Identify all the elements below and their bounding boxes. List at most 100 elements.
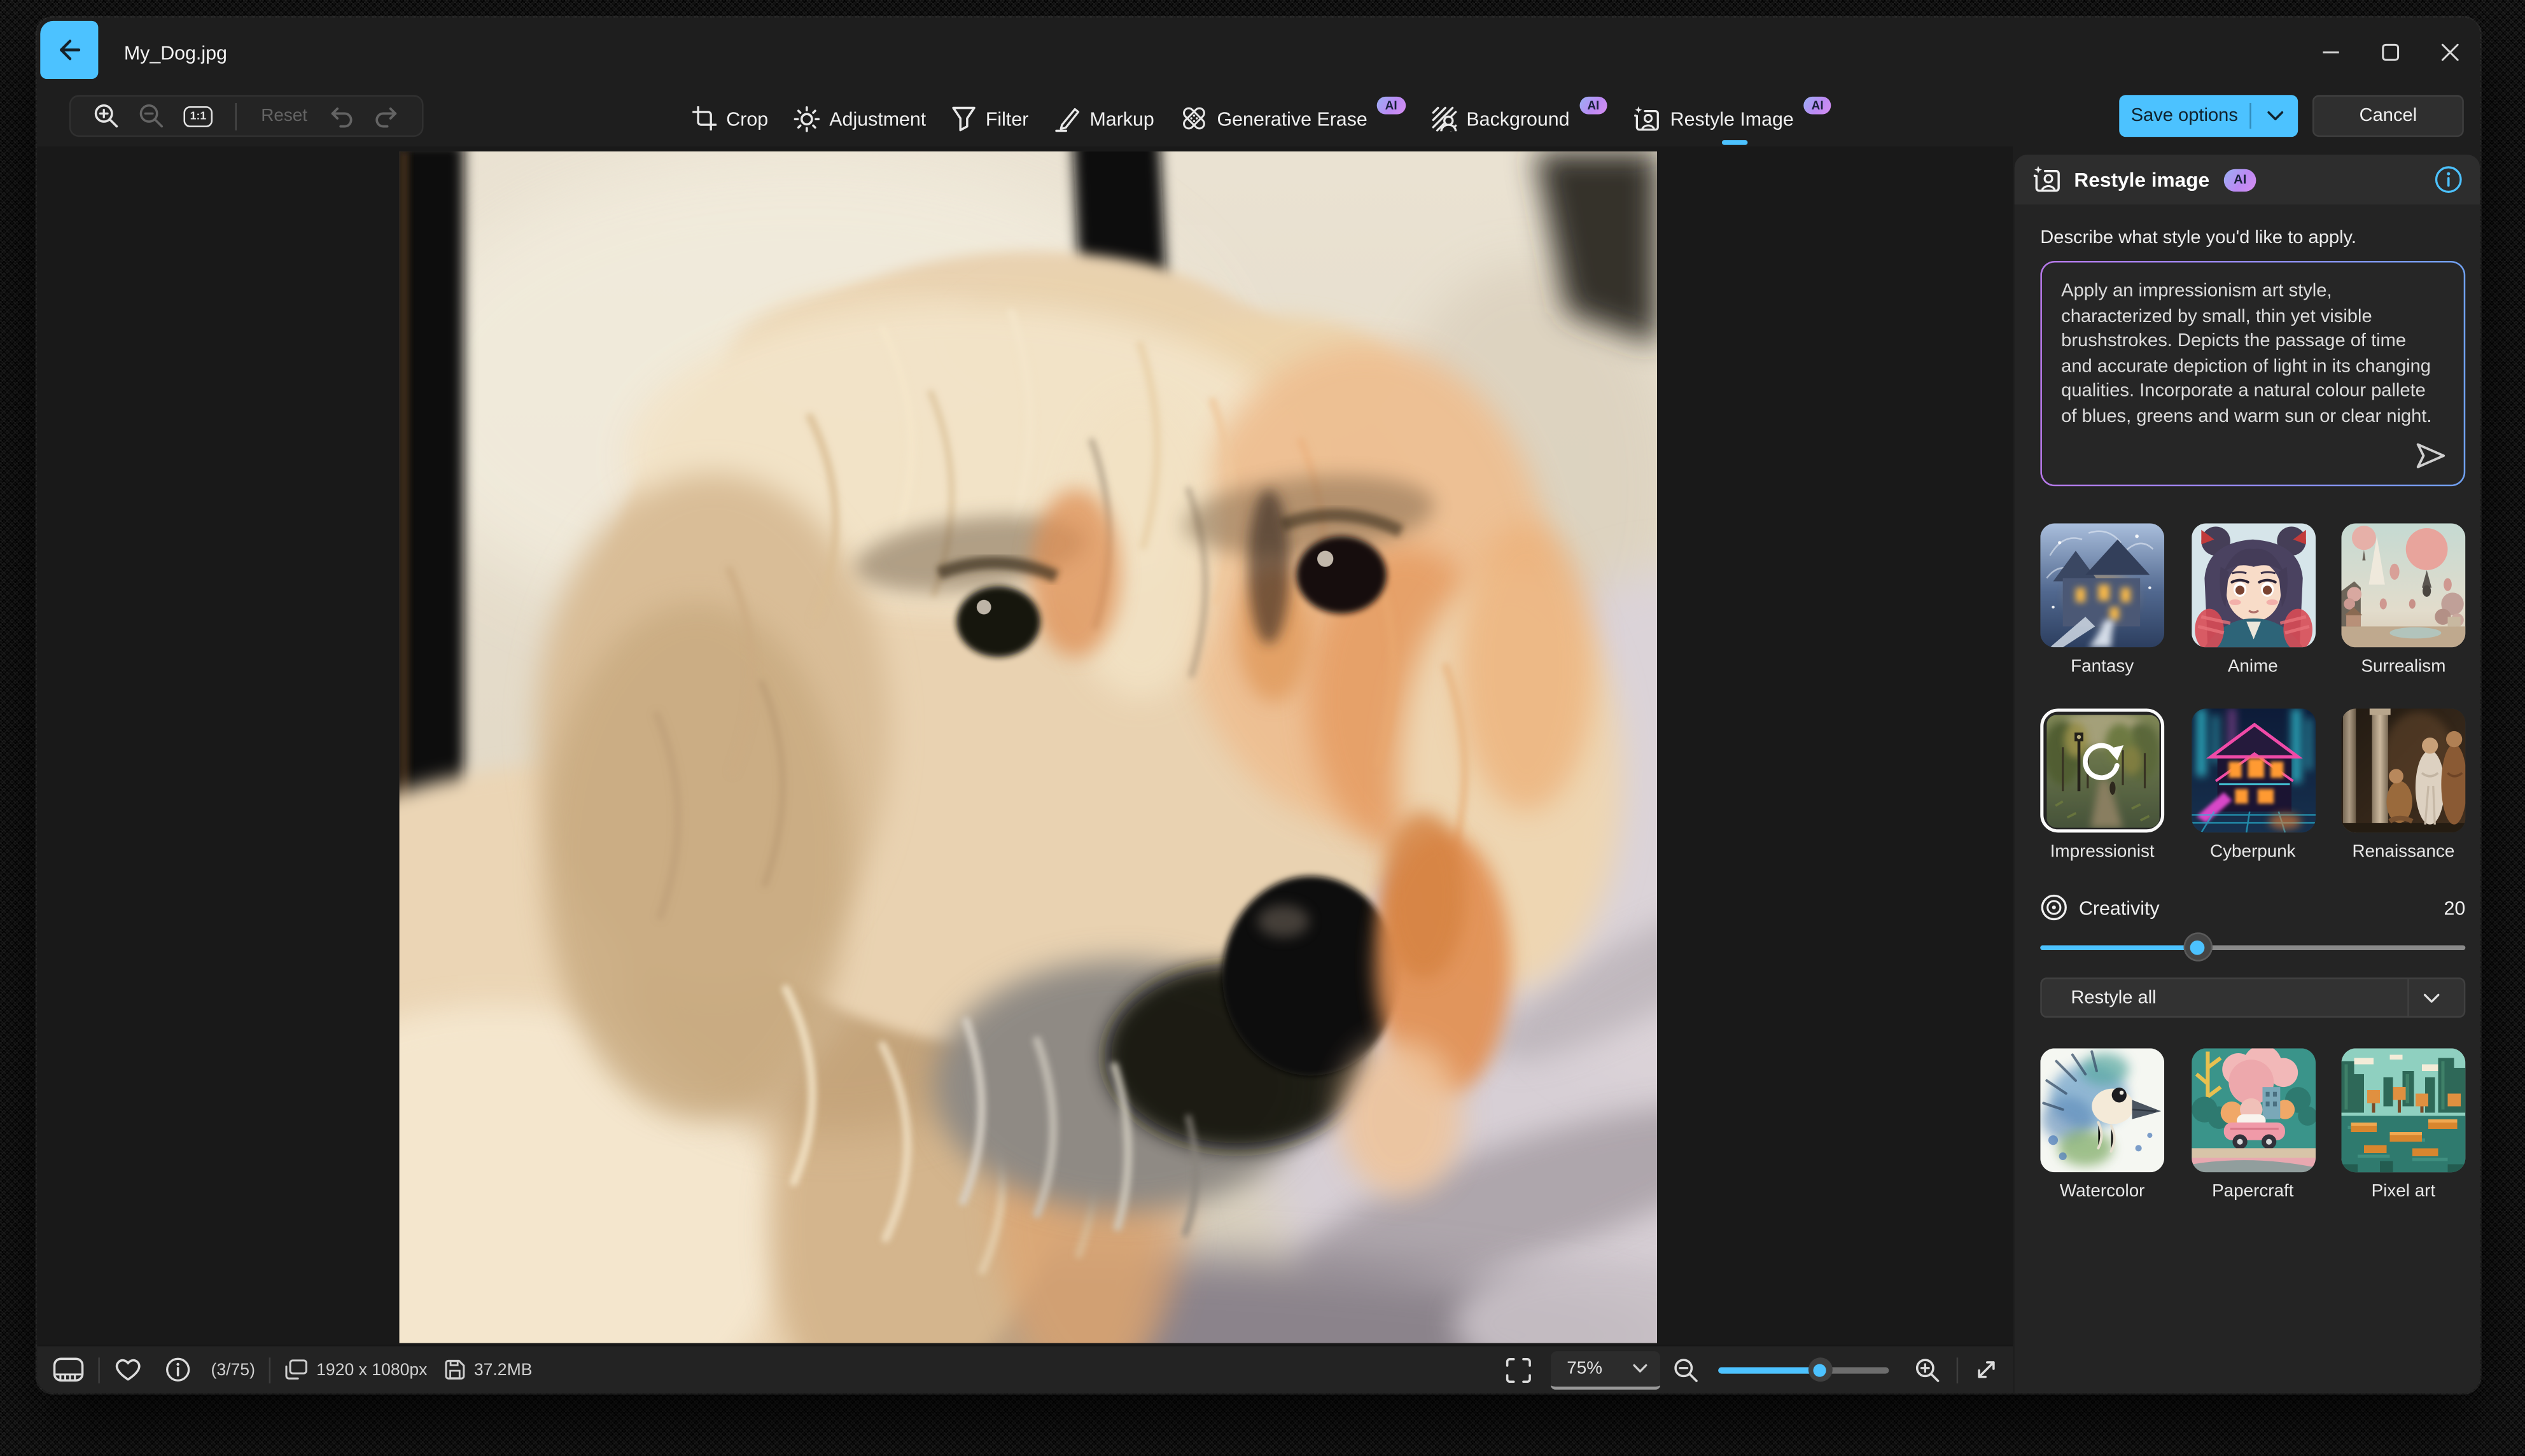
image-dimensions: 1920 x 1080px: [316, 1360, 428, 1380]
style-option-cyberpunk[interactable]: Cyberpunk: [2190, 708, 2315, 862]
favorite-heart-icon[interactable]: [115, 1357, 142, 1382]
selected-tab-indicator: [1721, 139, 1747, 144]
style-presets-row-1: Fantasy Anime Surrealism: [2040, 523, 2466, 676]
tab-markup[interactable]: Markup: [1053, 102, 1156, 135]
restyle-image-icon: [1633, 105, 1660, 131]
markup-pen-icon: [1054, 106, 1080, 131]
window-title: My_Dog.jpg: [123, 41, 227, 65]
style-option-surrealism[interactable]: Surrealism: [2341, 523, 2466, 676]
ai-badge: AI: [1579, 96, 1607, 115]
creativity-row: Creativity 20: [2040, 893, 2465, 921]
back-arrow-icon: [55, 36, 84, 65]
image-dimensions-icon: [286, 1359, 308, 1380]
surrealism-thumbnail[interactable]: [2341, 523, 2466, 648]
watercolor-thumbnail[interactable]: [2040, 1048, 2165, 1173]
save-options-button[interactable]: Save options: [2119, 95, 2298, 137]
background-icon: [1431, 106, 1457, 131]
style-label: Anime: [2227, 657, 2278, 676]
generative-erase-icon: [1180, 104, 1207, 132]
pixel-art-thumbnail[interactable]: [2341, 1048, 2466, 1173]
file-size-icon: [445, 1359, 466, 1380]
zoom-out-icon[interactable]: [1673, 1357, 1698, 1382]
zoom-in-icon[interactable]: [94, 103, 119, 129]
minimize-button[interactable]: [2301, 18, 2361, 85]
tab-adjustment[interactable]: Adjustment: [792, 102, 928, 135]
slider-thumb[interactable]: [2183, 932, 2213, 962]
anime-thumbnail[interactable]: [2190, 523, 2315, 648]
canvas-zoom-slider[interactable]: [1718, 1357, 1889, 1382]
panel-title: Restyle image: [2074, 168, 2210, 191]
style-option-fantasy[interactable]: Fantasy: [2040, 523, 2165, 676]
tab-generative-erase[interactable]: Generative Erase AI: [1179, 96, 1407, 135]
ai-badge: AI: [2223, 168, 2256, 191]
zoom-in-icon[interactable]: [1915, 1357, 1940, 1382]
renaissance-thumbnail[interactable]: [2341, 708, 2466, 833]
edited-photo: [399, 151, 1657, 1343]
impressionist-thumbnail-selected[interactable]: [2040, 708, 2165, 833]
redo-icon[interactable]: [374, 104, 399, 128]
ai-badge: AI: [1803, 96, 1832, 115]
status-bar: (3/75) 1920 x 1080px 37.2MB 75%: [37, 1343, 2013, 1393]
style-option-impressionist[interactable]: Impressionist: [2040, 708, 2165, 862]
send-prompt-icon[interactable]: [2414, 440, 2447, 472]
papercraft-thumbnail[interactable]: [2190, 1048, 2315, 1173]
creativity-bullseye-icon: [2040, 893, 2067, 921]
style-presets-row-2: Impressionist Cyberpunk Renaissance: [2040, 708, 2466, 862]
filmstrip-icon[interactable]: [53, 1357, 84, 1382]
zoom-level-dropdown[interactable]: 75%: [1550, 1350, 1661, 1389]
panel-header: Restyle image AI: [2014, 154, 2480, 205]
style-presets-row-3: Watercolor Papercraft Pixel art: [2040, 1048, 2466, 1201]
slider-thumb[interactable]: [1807, 1357, 1832, 1382]
creativity-slider[interactable]: [2040, 932, 2466, 962]
restyle-all-dropdown[interactable]: Restyle all: [2040, 977, 2466, 1018]
adjustment-icon: [794, 105, 820, 132]
style-label: Impressionist: [2050, 842, 2155, 862]
photos-app-window: My_Dog.jpg 1:1 Reset Crop Adjustment Fil…: [37, 17, 2480, 1393]
chevron-down-icon[interactable]: [2251, 111, 2298, 121]
style-label: Surrealism: [2361, 657, 2446, 676]
close-button[interactable]: [2420, 18, 2480, 85]
tab-crop[interactable]: Crop: [691, 103, 770, 134]
style-option-anime[interactable]: Anime: [2190, 523, 2315, 676]
fit-to-screen-icon[interactable]: [1506, 1357, 1531, 1382]
style-option-papercraft[interactable]: Papercraft: [2190, 1048, 2315, 1201]
undo-icon[interactable]: [328, 104, 354, 128]
photo-counter: (3/75): [211, 1360, 255, 1380]
cyberpunk-thumbnail[interactable]: [2190, 708, 2315, 833]
style-prompt-input[interactable]: Apply an impressionism art style, charac…: [2040, 261, 2465, 486]
actual-size-button[interactable]: 1:1: [183, 105, 213, 127]
filter-icon: [952, 106, 976, 131]
style-label: Renaissance: [2352, 842, 2455, 862]
style-prompt-text: Apply an impressionism art style, charac…: [2061, 281, 2432, 427]
zoom-out-icon[interactable]: [139, 103, 164, 129]
window-controls: [2301, 18, 2480, 85]
statusbar-divider: [1956, 1357, 1959, 1383]
style-option-watercolor[interactable]: Watercolor: [2040, 1048, 2165, 1201]
style-label: Pixel art: [2371, 1182, 2436, 1201]
zoom-level-value: 75%: [1567, 1358, 1603, 1378]
file-size: 37.2MB: [473, 1360, 533, 1380]
file-info-icon[interactable]: [166, 1357, 190, 1382]
fullscreen-expand-icon[interactable]: [1975, 1357, 1999, 1382]
back-button[interactable]: [40, 20, 99, 79]
tab-restyle-image[interactable]: Restyle Image AI: [1632, 96, 1833, 144]
editing-canvas: [37, 146, 2013, 1344]
cancel-button[interactable]: Cancel: [2312, 95, 2464, 137]
tab-background[interactable]: Background AI: [1429, 96, 1609, 135]
style-option-pixel-art[interactable]: Pixel art: [2341, 1048, 2466, 1201]
fantasy-thumbnail[interactable]: [2040, 523, 2165, 648]
canvas-zoom-toolbar: 1:1 Reset: [69, 95, 424, 137]
maximize-button[interactable]: [2361, 18, 2421, 85]
style-option-renaissance[interactable]: Renaissance: [2341, 708, 2466, 862]
restyle-image-panel: Restyle image AI Describe what style you…: [2013, 146, 2480, 1393]
ai-badge: AI: [1376, 96, 1406, 115]
restyle-image-icon: [2032, 165, 2062, 193]
info-icon[interactable]: [2435, 166, 2462, 193]
describe-style-label: Describe what style you'd like to apply.: [2040, 228, 2357, 248]
desktop: My_Dog.jpg 1:1 Reset Crop Adjustment Fil…: [0, 0, 2525, 1456]
style-label: Watercolor: [2059, 1182, 2145, 1201]
tab-filter[interactable]: Filter: [950, 102, 1030, 135]
restyle-all-label: Restyle all: [2071, 988, 2157, 1007]
reset-button[interactable]: Reset: [261, 106, 307, 125]
creativity-value: 20: [2444, 896, 2466, 919]
